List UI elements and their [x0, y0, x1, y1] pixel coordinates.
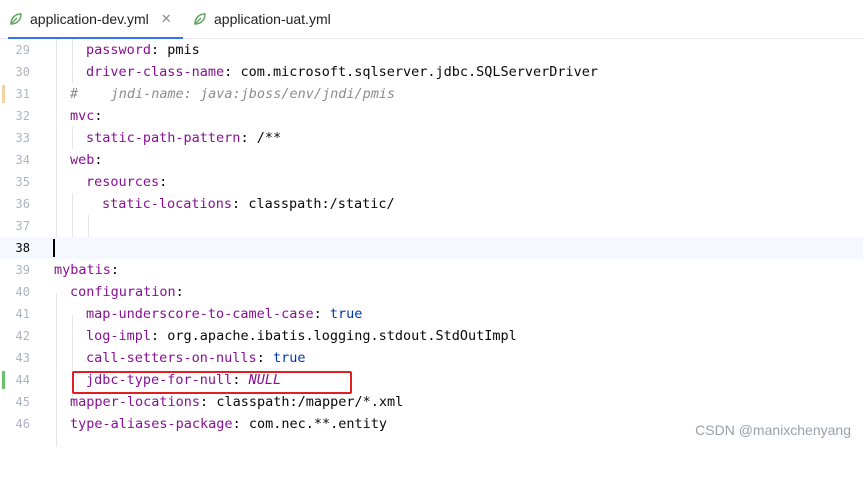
yaml-key: mybatis [54, 262, 111, 278]
yaml-value: com.microsoft.sqlserver.jdbc.SQLServerDr… [240, 64, 599, 80]
code-line: 30 driver-class-name: com.microsoft.sqls… [0, 61, 863, 83]
yaml-separator: : [175, 284, 184, 300]
yaml-key: log-impl [86, 328, 152, 344]
yaml-key: mapper-locations [70, 394, 201, 410]
yaml-separator: : [151, 328, 168, 344]
yaml-value: true [329, 306, 363, 322]
code-line: 40 configuration: [0, 281, 863, 303]
line-number: 38 [15, 241, 30, 255]
yaml-key: call-setters-on-nulls [86, 350, 257, 366]
yaml-separator: : [200, 394, 217, 410]
yaml-value: classpath:/static/ [248, 196, 395, 212]
code-line: 43 call-setters-on-nulls: true [0, 347, 863, 369]
yaml-value: pmis [167, 42, 200, 58]
yaml-key: driver-class-name [86, 64, 225, 80]
text-caret [53, 239, 55, 257]
code-line: 39 mybatis: [0, 259, 863, 281]
line-number: 35 [15, 175, 30, 189]
code-line: 45 mapper-locations: classpath:/mapper/*… [0, 391, 863, 413]
yaml-separator: : [94, 152, 103, 168]
tab-label: application-uat.yml [214, 11, 331, 27]
yaml-value: classpath:/mapper/*.xml [216, 394, 404, 410]
yaml-key: mvc [70, 108, 95, 124]
yaml-key: static-locations [102, 196, 233, 212]
yaml-file-icon [192, 11, 208, 27]
code-line: 41 map-underscore-to-camel-case: true [0, 303, 863, 325]
line-number: 41 [15, 307, 30, 321]
line-number: 45 [15, 395, 30, 409]
yaml-separator: : [151, 42, 168, 58]
code-line: 34 web: [0, 149, 863, 171]
line-number: 31 [15, 87, 30, 101]
yaml-file-icon [8, 11, 24, 27]
yaml-separator: : [256, 350, 273, 366]
line-number: 39 [15, 263, 30, 277]
editor-tab-bar: application-dev.yml ✕ application-uat.ym… [0, 0, 863, 39]
yaml-separator: : [313, 306, 330, 322]
line-number: 29 [15, 43, 30, 57]
yaml-value: org.apache.ibatis.logging.stdout.StdOutI… [167, 328, 517, 344]
yaml-key: map-underscore-to-camel-case [86, 306, 314, 322]
yaml-separator: : [159, 174, 168, 190]
watermark: CSDN @manixchenyang [695, 422, 851, 438]
yaml-separator: : [224, 64, 241, 80]
yaml-key: password [86, 42, 152, 58]
yaml-separator: : [232, 416, 249, 432]
yaml-key: web [70, 152, 95, 168]
line-number: 36 [15, 197, 30, 211]
yaml-key: configuration [70, 284, 176, 300]
yaml-value: /** [256, 130, 282, 146]
yaml-key: static-path-pattern [86, 130, 241, 146]
code-line: 29 password: pmis [0, 39, 863, 61]
annotation-highlight-box [72, 371, 352, 394]
code-line: 36 static-locations: classpath:/static/ [0, 193, 863, 215]
code-line: 31 # jndi-name: java:jboss/env/jndi/pmis [0, 83, 863, 105]
line-number: 30 [15, 65, 30, 79]
line-number: 34 [15, 153, 30, 167]
yaml-comment: # jndi-name: java:jboss/env/jndi/pmis [70, 86, 396, 102]
tab-application-dev-yml[interactable]: application-dev.yml ✕ [8, 0, 183, 39]
yaml-key: type-aliases-package [70, 416, 233, 432]
yaml-separator: : [240, 130, 257, 146]
code-line: 42 log-impl: org.apache.ibatis.logging.s… [0, 325, 863, 347]
yaml-value: com.nec.**.entity [248, 416, 387, 432]
tab-application-uat-yml[interactable]: application-uat.yml [192, 0, 342, 38]
line-number: 32 [15, 109, 30, 123]
code-line-current: 38 [0, 237, 863, 259]
line-number: 33 [15, 131, 30, 145]
code-line: 32 mvc: [0, 105, 863, 127]
line-number: 44 [15, 373, 30, 387]
yaml-separator: : [110, 262, 120, 278]
line-number: 37 [15, 219, 30, 233]
line-number: 42 [15, 329, 30, 343]
close-icon[interactable]: ✕ [161, 11, 172, 27]
line-number: 46 [15, 417, 30, 431]
code-line: 35 resources: [0, 171, 863, 193]
yaml-value: true [272, 350, 306, 366]
line-number: 43 [15, 351, 30, 365]
yaml-separator: : [232, 196, 249, 212]
tab-label: application-dev.yml [30, 11, 149, 27]
line-number: 40 [15, 285, 30, 299]
code-line: 33 static-path-pattern: /** [0, 127, 863, 149]
yaml-key: resources [86, 174, 160, 190]
code-line: 37 [0, 215, 863, 237]
yaml-separator: : [94, 108, 103, 124]
